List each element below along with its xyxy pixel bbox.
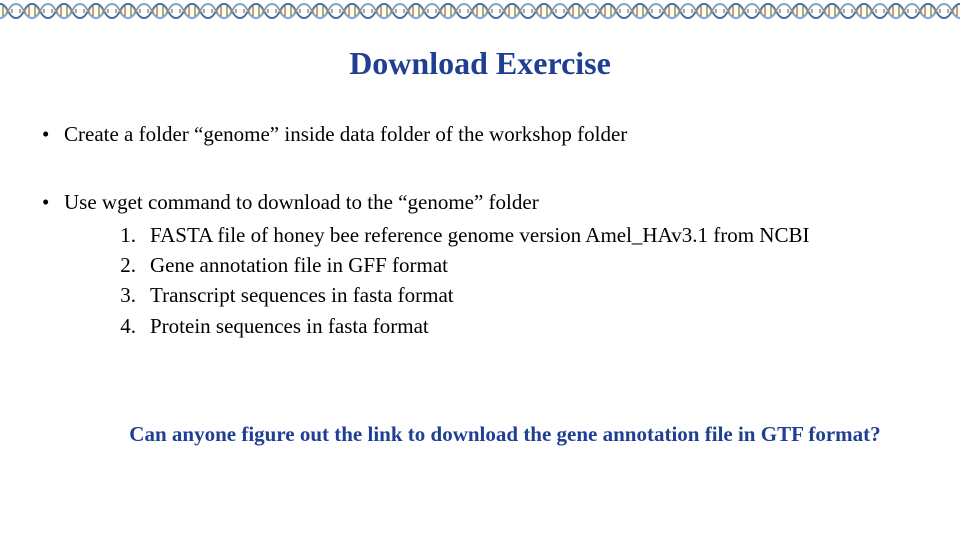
dna-helix-icon — [928, 0, 960, 22]
dna-helix-icon — [224, 0, 256, 22]
bullet-lead: Use wget command to download to the “gen… — [64, 190, 539, 214]
bullet-text: Use wget command to download to the “gen… — [64, 188, 920, 342]
list-item: 1. FASTA file of honey bee reference gen… — [110, 221, 920, 249]
dna-border — [0, 0, 960, 22]
item-number: 1. — [110, 221, 150, 249]
dna-helix-icon — [288, 0, 320, 22]
dna-helix-icon — [64, 0, 96, 22]
challenge-question: Can anyone figure out the link to downlo… — [110, 420, 900, 448]
dna-helix-icon — [896, 0, 928, 22]
dna-helix-icon — [96, 0, 128, 22]
item-text: Gene annotation file in GFF format — [150, 251, 920, 279]
bullet-item: • Create a folder “genome” inside data f… — [42, 120, 920, 148]
item-text: Protein sequences in fasta format — [150, 312, 920, 340]
dna-helix-icon — [416, 0, 448, 22]
slide: Download Exercise • Create a folder “gen… — [0, 0, 960, 540]
dna-helix-icon — [672, 0, 704, 22]
dna-helix-icon — [128, 0, 160, 22]
item-number: 4. — [110, 312, 150, 340]
dna-helix-icon — [160, 0, 192, 22]
dna-helix-icon — [480, 0, 512, 22]
dna-helix-icon — [320, 0, 352, 22]
slide-title: Download Exercise — [0, 45, 960, 82]
dna-helix-icon — [384, 0, 416, 22]
list-item: 3. Transcript sequences in fasta format — [110, 281, 920, 309]
dna-helix-icon — [864, 0, 896, 22]
item-text: Transcript sequences in fasta format — [150, 281, 920, 309]
list-item: 4. Protein sequences in fasta format — [110, 312, 920, 340]
item-number: 3. — [110, 281, 150, 309]
dna-helix-icon — [192, 0, 224, 22]
bullet-dot: • — [42, 120, 64, 148]
dna-helix-icon — [800, 0, 832, 22]
dna-helix-icon — [704, 0, 736, 22]
dna-helix-icon — [832, 0, 864, 22]
dna-helix-icon — [256, 0, 288, 22]
dna-helix-icon — [448, 0, 480, 22]
bullet-text: Create a folder “genome” inside data fol… — [64, 120, 920, 148]
dna-helix-icon — [352, 0, 384, 22]
dna-helix-icon — [608, 0, 640, 22]
dna-helix-icon — [32, 0, 64, 22]
dna-helix-icon — [0, 0, 32, 22]
dna-helix-icon — [640, 0, 672, 22]
bullet-dot: • — [42, 188, 64, 342]
slide-content: • Create a folder “genome” inside data f… — [42, 120, 920, 342]
dna-helix-icon — [768, 0, 800, 22]
list-item: 2. Gene annotation file in GFF format — [110, 251, 920, 279]
item-number: 2. — [110, 251, 150, 279]
numbered-list: 1. FASTA file of honey bee reference gen… — [110, 221, 920, 340]
dna-helix-icon — [576, 0, 608, 22]
dna-helix-icon — [736, 0, 768, 22]
dna-helix-icon — [544, 0, 576, 22]
item-text: FASTA file of honey bee reference genome… — [150, 221, 920, 249]
bullet-item: • Use wget command to download to the “g… — [42, 188, 920, 342]
dna-helix-icon — [512, 0, 544, 22]
